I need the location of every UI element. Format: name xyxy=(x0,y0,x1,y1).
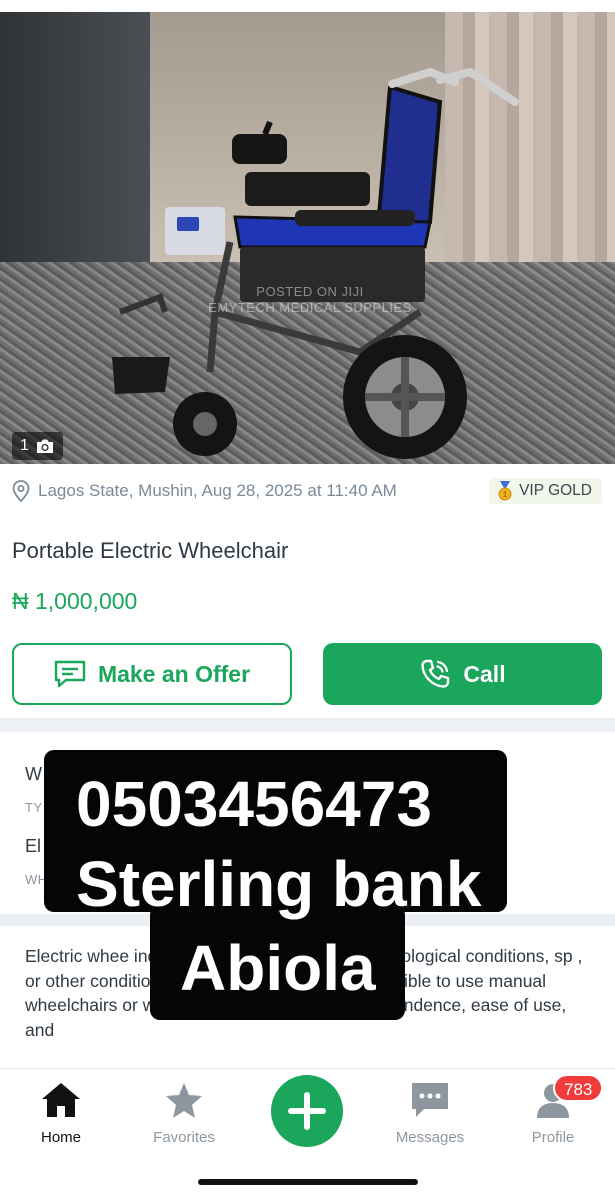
watermark-line1: POSTED ON JIJI xyxy=(256,284,364,299)
nav-profile-label: Profile xyxy=(531,1129,575,1146)
make-offer-button[interactable]: Make an Offer xyxy=(12,643,292,705)
call-label: Call xyxy=(463,660,506,687)
notification-badge: 783 xyxy=(553,1074,604,1102)
plus-icon xyxy=(288,1092,326,1130)
medal-icon: 1 xyxy=(498,481,512,501)
overlay-bank-name: Sterling bank xyxy=(76,848,482,920)
location-pin-icon xyxy=(12,480,30,502)
location-date: Lagos State, Mushin, Aug 28, 2025 at 11:… xyxy=(38,481,397,500)
wheelchair-illustration xyxy=(112,67,519,459)
attribute-value-2: El xyxy=(25,836,42,856)
photo-count: 1 xyxy=(20,437,29,454)
nav-favorites[interactable]: Favorites xyxy=(134,1081,234,1146)
attribute-label-1: TY xyxy=(25,800,43,815)
home-indicator[interactable] xyxy=(198,1179,418,1185)
phone-icon xyxy=(421,659,450,688)
watermark-line2: EMYTECH MEDICAL SUPPLIES xyxy=(208,300,412,315)
post-ad-button[interactable] xyxy=(271,1075,343,1147)
nav-messages-label: Messages xyxy=(395,1129,465,1146)
nav-favorites-label: Favorites xyxy=(153,1129,215,1146)
home-icon xyxy=(42,1083,80,1117)
overlay-account-number: 0503456473 xyxy=(76,768,432,840)
camera-icon xyxy=(36,439,53,453)
product-photo[interactable]: POSTED ON JIJI EMYTECH MEDICAL SUPPLIES … xyxy=(0,12,615,464)
star-icon xyxy=(166,1083,202,1118)
attribute-value-1: W xyxy=(25,764,42,784)
vip-gold-badge: 1 VIP GOLD xyxy=(489,478,602,504)
section-divider xyxy=(0,718,615,732)
photo-counter: 1 xyxy=(12,432,63,460)
nav-home[interactable]: Home xyxy=(11,1081,111,1146)
svg-text:1: 1 xyxy=(503,490,508,499)
photo-watermark: POSTED ON JIJI EMYTECH MEDICAL SUPPLIES xyxy=(165,284,455,316)
listing-price: ₦ 1,000,000 xyxy=(12,588,138,614)
call-button[interactable]: Call xyxy=(323,643,602,705)
nav-messages[interactable]: Messages xyxy=(380,1081,480,1146)
make-offer-label: Make an Offer xyxy=(97,660,251,687)
listing-title: Portable Electric Wheelchair xyxy=(12,538,289,563)
listing-page: POSTED ON JIJI EMYTECH MEDICAL SUPPLIES … xyxy=(0,0,615,1200)
messages-icon xyxy=(412,1083,448,1117)
listing-meta: Lagos State, Mushin, Aug 28, 2025 at 11:… xyxy=(12,478,602,504)
nav-home-label: Home xyxy=(40,1129,81,1146)
vip-label: VIP GOLD xyxy=(519,482,592,499)
overlay-account-name: Abiola xyxy=(180,932,376,1004)
chat-offer-icon xyxy=(54,660,86,688)
